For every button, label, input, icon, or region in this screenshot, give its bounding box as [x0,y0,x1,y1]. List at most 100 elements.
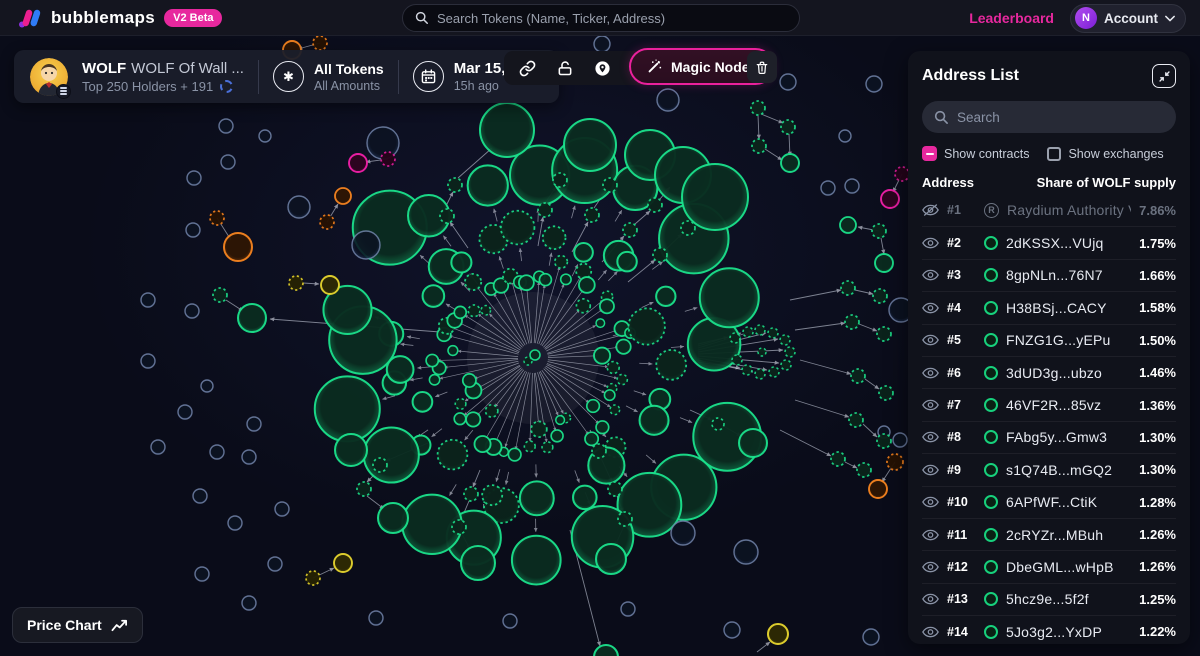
leaderboard-link[interactable]: Leaderboard [969,10,1054,26]
supply-share: 1.30% [1139,462,1176,477]
wallet-bubble-icon [984,592,998,606]
beta-badge: V2 Beta [164,9,222,27]
address-row[interactable]: #8FAbg5y...Gmw31.30% [922,421,1176,453]
eye-icon[interactable] [922,464,939,476]
address-row[interactable]: #9s1Q74B...mGQ21.30% [922,453,1176,485]
address-row[interactable]: #4 H38BSj...CACY 1.58% [922,291,1176,323]
address-row[interactable]: #5FNZG1G...yEPu1.50% [922,324,1176,356]
magic-nodes-label: Magic Nodes [671,59,757,75]
address-text: 5hcz9e...5f2f [1006,591,1131,607]
chart-line-icon [111,619,128,632]
address-rank: #7 [947,398,976,412]
wallet-bubble-icon [984,463,998,477]
eye-icon[interactable] [922,561,939,573]
address-text: Raydium Authority V4 [1007,202,1131,218]
collapse-panel-button[interactable] [1152,64,1176,88]
address-search-input[interactable]: Search [922,101,1176,133]
eye-icon[interactable] [922,399,939,411]
eye-icon[interactable] [922,269,939,281]
account-label: Account [1104,11,1158,26]
eye-icon[interactable] [922,302,939,314]
address-row[interactable]: #106APfWF...CtiK1.28% [922,486,1176,518]
supply-share: 1.26% [1139,527,1176,542]
divider [398,60,399,94]
wallet-bubble-icon [984,398,998,412]
address-text: DbeGML...wHpB [1006,559,1131,575]
eye-icon[interactable] [922,626,939,638]
show-contracts-checkbox[interactable]: Show contracts [922,146,1029,161]
address-text: 5Jo3g2...YxDP [1006,624,1131,640]
address-row[interactable]: #145Jo3g2...YxDP1.22% [922,615,1176,647]
token-ticker: WOLF [82,60,126,77]
address-rank: #8 [947,430,976,444]
price-chart-label: Price Chart [27,617,102,633]
link-icon[interactable] [519,60,536,77]
address-row[interactable]: #112cRYZr...MBuh1.26% [922,518,1176,550]
address-list-title: Address List [922,67,1019,85]
address-row[interactable]: #63dUD3g...ubzo1.46% [922,356,1176,388]
wallet-bubble-icon [984,430,998,444]
filter-amounts-label: All Amounts [314,79,384,93]
column-address: Address [922,175,974,190]
pin-circle-icon[interactable] [594,60,611,77]
bubblemaps-logo-icon [18,7,42,29]
wallet-bubble-icon [984,366,998,380]
trash-button[interactable] [747,51,777,83]
eye-icon[interactable] [922,431,939,443]
supply-share: 1.58% [1139,300,1176,315]
address-row[interactable]: #12DbeGML...wHpB1.26% [922,550,1176,582]
eye-icon[interactable] [922,237,939,249]
address-row[interactable]: #38gpNLn...76N71.66% [922,259,1176,291]
account-button[interactable]: N Account [1070,4,1186,33]
eye-icon[interactable] [922,367,939,379]
address-row[interactable]: #746VF2R...85vz1.36% [922,388,1176,420]
token-fullname: WOLF Of Wall ... [131,60,244,77]
address-text: 8gpNLn...76N7 [1006,267,1131,283]
address-list-panel: Address List Search Show contracts Show … [908,51,1190,644]
address-row[interactable]: #13 5hcz9e...5f2f 1.25% [922,583,1176,615]
address-rank: #13 [947,592,976,606]
token-title: WOLF WOLF Of Wall ... [82,60,244,77]
eye-icon[interactable] [922,529,939,541]
magic-wand-icon [646,58,663,75]
wallet-bubble-icon [984,495,998,509]
bubblemaps-app: bubblemaps V2 Beta Search Tokens (Name, … [0,0,1200,656]
supply-share: 1.66% [1139,268,1176,283]
wallet-bubble-icon [984,625,998,639]
eye-icon[interactable] [922,496,939,508]
token-search-input[interactable]: Search Tokens (Name, Ticker, Address) [402,4,800,32]
wallet-bubble-icon [984,333,998,347]
unlock-icon[interactable] [557,60,573,77]
address-text: 6APfWF...CtiK [1006,494,1131,510]
brand[interactable]: bubblemaps V2 Beta [0,7,222,29]
chain-badge-icon [56,84,71,99]
address-rank: #4 [947,301,976,315]
address-rows: #1RRaydium Authority V47.86%#22dKSSX...V… [922,194,1176,647]
price-chart-button[interactable]: Price Chart [12,607,143,643]
top-header: bubblemaps V2 Beta Search Tokens (Name, … [0,0,1200,36]
supply-share: 1.25% [1139,592,1176,607]
address-row[interactable]: #22dKSSX...VUjq1.75% [922,226,1176,258]
eye-off-icon[interactable] [922,203,939,217]
wallet-bubble-icon [984,301,998,315]
show-exchanges-checkbox[interactable]: Show exchanges [1047,147,1163,161]
token-search-placeholder: Search Tokens (Name, Ticker, Address) [437,11,665,26]
eye-icon[interactable] [922,334,939,346]
eye-icon[interactable] [922,593,939,605]
supply-share: 1.46% [1139,365,1176,380]
token-filter-section[interactable]: ✱ All Tokens All Amounts [273,61,384,93]
supply-share: 1.30% [1139,430,1176,445]
supply-share: 1.36% [1139,398,1176,413]
address-rank: #14 [947,625,976,639]
calendar-icon [413,61,444,92]
token-info-panel[interactable]: WOLFWOLF Of Wall ... Top 250 Holders + 1… [14,50,559,103]
trash-icon [755,60,769,75]
supply-share: 1.28% [1139,495,1176,510]
chevron-down-icon [1165,15,1175,22]
filter-tokens-label: All Tokens [314,61,384,77]
address-text: H38BSj...CACY [1006,300,1131,316]
wallet-bubble-icon [984,560,998,574]
address-rank: #9 [947,463,976,477]
address-rank: #1 [947,203,976,217]
address-row[interactable]: #1RRaydium Authority V47.86% [922,194,1176,226]
